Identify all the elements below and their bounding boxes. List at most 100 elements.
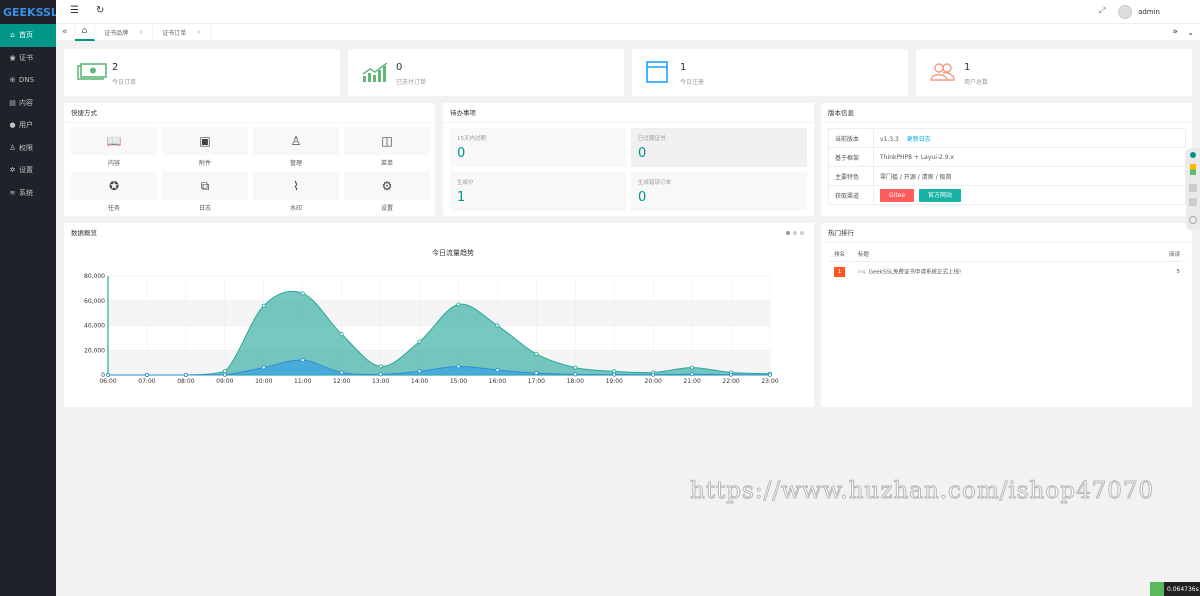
tab-cert-order[interactable]: 证书订单 × bbox=[153, 23, 212, 41]
data-point[interactable] bbox=[690, 365, 695, 370]
refresh-icon[interactable]: ↻ bbox=[96, 5, 104, 16]
data-point[interactable] bbox=[573, 372, 578, 377]
data-point[interactable] bbox=[573, 365, 578, 370]
data-point[interactable] bbox=[339, 332, 344, 337]
data-point[interactable] bbox=[534, 371, 539, 376]
data-point[interactable] bbox=[378, 372, 383, 377]
data-point[interactable] bbox=[106, 372, 111, 377]
status-dot-icon[interactable] bbox=[1190, 152, 1196, 158]
version-value: ThinkPHP8 + Layui-2.9.x bbox=[873, 147, 1186, 167]
data-point[interactable] bbox=[495, 368, 500, 373]
todo-item[interactable]: 15天内过期 0 bbox=[450, 128, 626, 167]
todo-item[interactable]: 生成中 1 bbox=[450, 172, 626, 211]
shortcut-item[interactable]: ⌇ 水印 bbox=[253, 172, 339, 212]
stat-label: 已支付订单 bbox=[396, 79, 427, 86]
x-tick-label: 13:00 bbox=[372, 378, 389, 385]
user-menu[interactable]: admin bbox=[1118, 5, 1160, 19]
shortcut-item[interactable]: ▣ 附件 bbox=[162, 127, 248, 167]
ranking-table: 排名 标题 阅读 1 img GeekSSL免费证书申请系统正式上线! 5 bbox=[828, 247, 1186, 283]
data-point[interactable] bbox=[417, 339, 422, 344]
data-point[interactable] bbox=[222, 372, 227, 377]
sidebar-item[interactable]: ⌂ 首页 bbox=[0, 24, 56, 47]
data-point[interactable] bbox=[339, 370, 344, 375]
timer-value: 0.064736s bbox=[1167, 585, 1199, 593]
sidebar-item-label: DNS bbox=[19, 76, 35, 85]
x-tick-label: 06:00 bbox=[99, 378, 116, 385]
data-point[interactable] bbox=[690, 372, 695, 377]
menu-toggle-icon[interactable]: ☰ bbox=[70, 5, 79, 16]
tab-dropdown-icon[interactable]: ⌄ bbox=[1187, 28, 1194, 37]
close-icon[interactable]: × bbox=[138, 29, 143, 36]
data-point[interactable] bbox=[417, 369, 422, 374]
data-point[interactable] bbox=[456, 302, 461, 307]
version-table: 当前版本 v1.3.3 更新日志 基于框架 ThinkPHP8 + Layui-2.… bbox=[828, 128, 1186, 205]
data-point[interactable] bbox=[456, 364, 461, 369]
x-tick-label: 18:00 bbox=[567, 378, 584, 385]
official-site-button[interactable]: 官方网站 bbox=[918, 188, 961, 202]
x-tick-label: 09:00 bbox=[216, 378, 233, 385]
data-point[interactable] bbox=[378, 364, 383, 369]
shortcut-item[interactable]: ♙ 管理 bbox=[253, 127, 339, 167]
tab-bar: « ⌂ 证书品牌 × 证书订单 × » ⌄ bbox=[56, 23, 1200, 41]
data-point[interactable] bbox=[612, 372, 617, 377]
sidebar-item[interactable]: ≋ 系统 bbox=[0, 182, 56, 205]
data-point[interactable] bbox=[768, 372, 773, 377]
x-tick-label: 20:00 bbox=[645, 378, 662, 385]
col-header: 排名 bbox=[828, 247, 852, 262]
changelog-link[interactable]: 更新日志 bbox=[907, 136, 931, 143]
data-point[interactable] bbox=[729, 372, 734, 377]
data-point[interactable] bbox=[651, 372, 656, 377]
data-point[interactable] bbox=[183, 372, 188, 377]
panel-title: 待办事项 bbox=[443, 103, 814, 123]
gitee-button[interactable]: Gitee bbox=[880, 188, 915, 202]
tab-scroll-left-icon[interactable]: « bbox=[56, 23, 75, 41]
debug-timer[interactable]: 0.064736s bbox=[1150, 582, 1200, 596]
shortcut-icon: ♙ bbox=[253, 127, 339, 155]
tool-icon[interactable] bbox=[1189, 198, 1197, 206]
table-row[interactable]: 1 img GeekSSL免费证书申请系统正式上线! 5 bbox=[828, 261, 1186, 283]
data-point[interactable] bbox=[144, 372, 149, 377]
data-point[interactable] bbox=[534, 351, 539, 356]
tab-scroll-right-icon[interactable]: » bbox=[1172, 27, 1178, 37]
data-point[interactable] bbox=[261, 365, 266, 370]
shortcut-icon: 📖 bbox=[71, 127, 157, 155]
todo-item[interactable]: 生成错误订单 0 bbox=[631, 172, 807, 211]
read-count: 5 bbox=[1176, 269, 1181, 276]
data-point[interactable] bbox=[300, 358, 305, 363]
chart-title: 今日流量趋势 bbox=[432, 248, 474, 257]
fullscreen-icon[interactable]: ⤢ bbox=[1099, 6, 1105, 16]
tab-home-icon[interactable]: ⌂ bbox=[74, 23, 96, 41]
shortcut-item[interactable]: 📖 内容 bbox=[71, 127, 157, 167]
shortcut-item[interactable]: ✪ 任务 bbox=[71, 172, 157, 212]
avatar bbox=[1118, 5, 1133, 19]
sidebar-item[interactable]: ⊕ DNS bbox=[0, 69, 56, 92]
sidebar-item[interactable]: ✲ 设置 bbox=[0, 159, 56, 182]
tab-label: 证书品牌 bbox=[104, 29, 129, 37]
shortcut-item[interactable]: ⚙ 设置 bbox=[344, 172, 430, 212]
todo-item[interactable]: 已过期证书 0 bbox=[631, 128, 807, 167]
tab-cert-brand[interactable]: 证书品牌 × bbox=[95, 23, 154, 41]
color-bar-icon[interactable] bbox=[1190, 164, 1196, 175]
todo-label: 生成错误订单 bbox=[638, 180, 672, 186]
data-point[interactable] bbox=[300, 291, 305, 296]
data-point[interactable] bbox=[261, 303, 266, 308]
tool-icon[interactable] bbox=[1189, 184, 1197, 192]
settings-icon[interactable] bbox=[1189, 216, 1197, 224]
y-tick-label: 40,000 bbox=[84, 323, 105, 330]
sidebar-item[interactable]: ◉ 证书 bbox=[0, 47, 56, 70]
data-point[interactable] bbox=[495, 323, 500, 328]
shortcut-item[interactable]: ⧉ 日志 bbox=[162, 172, 248, 212]
stat-card-total-users: 1 用户总数 bbox=[916, 49, 1192, 96]
sidebar-item[interactable]: ● 用户 bbox=[0, 114, 56, 137]
data-point[interactable] bbox=[612, 369, 617, 374]
close-icon[interactable]: × bbox=[196, 29, 201, 36]
sidebar-item[interactable]: ♙ 权限 bbox=[0, 137, 56, 160]
data-point[interactable] bbox=[222, 369, 227, 374]
sidebar-item-label: 设置 bbox=[19, 166, 33, 175]
article-title[interactable]: GeekSSL免费证书申请系统正式上线! bbox=[869, 270, 961, 276]
shortcut-item[interactable]: ◫ 菜单 bbox=[344, 127, 430, 167]
sidebar-item[interactable]: ▤ 内容 bbox=[0, 92, 56, 115]
col-header: 阅读 bbox=[1130, 247, 1186, 262]
todo-value: 1 bbox=[457, 190, 466, 205]
version-key: 获取渠道 bbox=[828, 185, 874, 205]
